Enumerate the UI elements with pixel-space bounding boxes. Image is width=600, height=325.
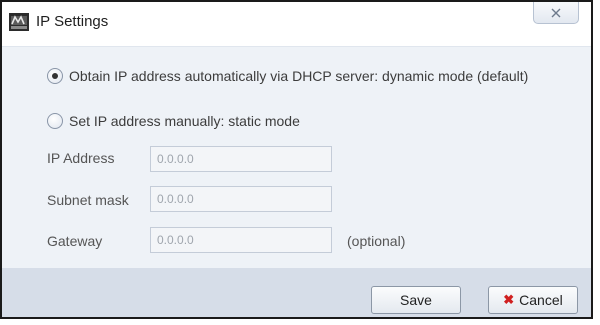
static-radio[interactable] xyxy=(47,113,63,129)
app-logo-icon xyxy=(9,13,29,31)
dhcp-radio[interactable] xyxy=(47,68,63,84)
close-button[interactable] xyxy=(533,2,579,24)
window-title: IP Settings xyxy=(36,13,109,30)
dialog-footer: Save ✖ Cancel xyxy=(2,268,591,317)
close-icon xyxy=(551,8,561,17)
static-option-label: Set IP address manually: static mode xyxy=(69,113,300,129)
subnet-mask-input[interactable] xyxy=(150,186,332,212)
subnet-mask-label: Subnet mask xyxy=(47,192,129,208)
static-option[interactable]: Set IP address manually: static mode xyxy=(47,113,300,129)
ip-settings-dialog: IP Settings Obtain IP address automatica… xyxy=(0,0,593,319)
settings-content: Obtain IP address automatically via DHCP… xyxy=(2,46,591,269)
cancel-button[interactable]: ✖ Cancel xyxy=(488,286,578,314)
gateway-input[interactable] xyxy=(150,227,332,253)
ip-address-label: IP Address xyxy=(47,150,115,166)
ip-address-input[interactable] xyxy=(150,146,332,172)
save-button-label: Save xyxy=(400,292,432,308)
gateway-label: Gateway xyxy=(47,233,103,249)
cancel-x-icon: ✖ xyxy=(503,292,515,307)
title-bar: IP Settings xyxy=(2,2,591,46)
save-button[interactable]: Save xyxy=(371,286,461,314)
gateway-optional-hint: (optional) xyxy=(347,233,406,249)
dhcp-option-label: Obtain IP address automatically via DHCP… xyxy=(69,68,529,84)
cancel-button-label: Cancel xyxy=(519,292,563,308)
dhcp-option[interactable]: Obtain IP address automatically via DHCP… xyxy=(47,68,528,84)
